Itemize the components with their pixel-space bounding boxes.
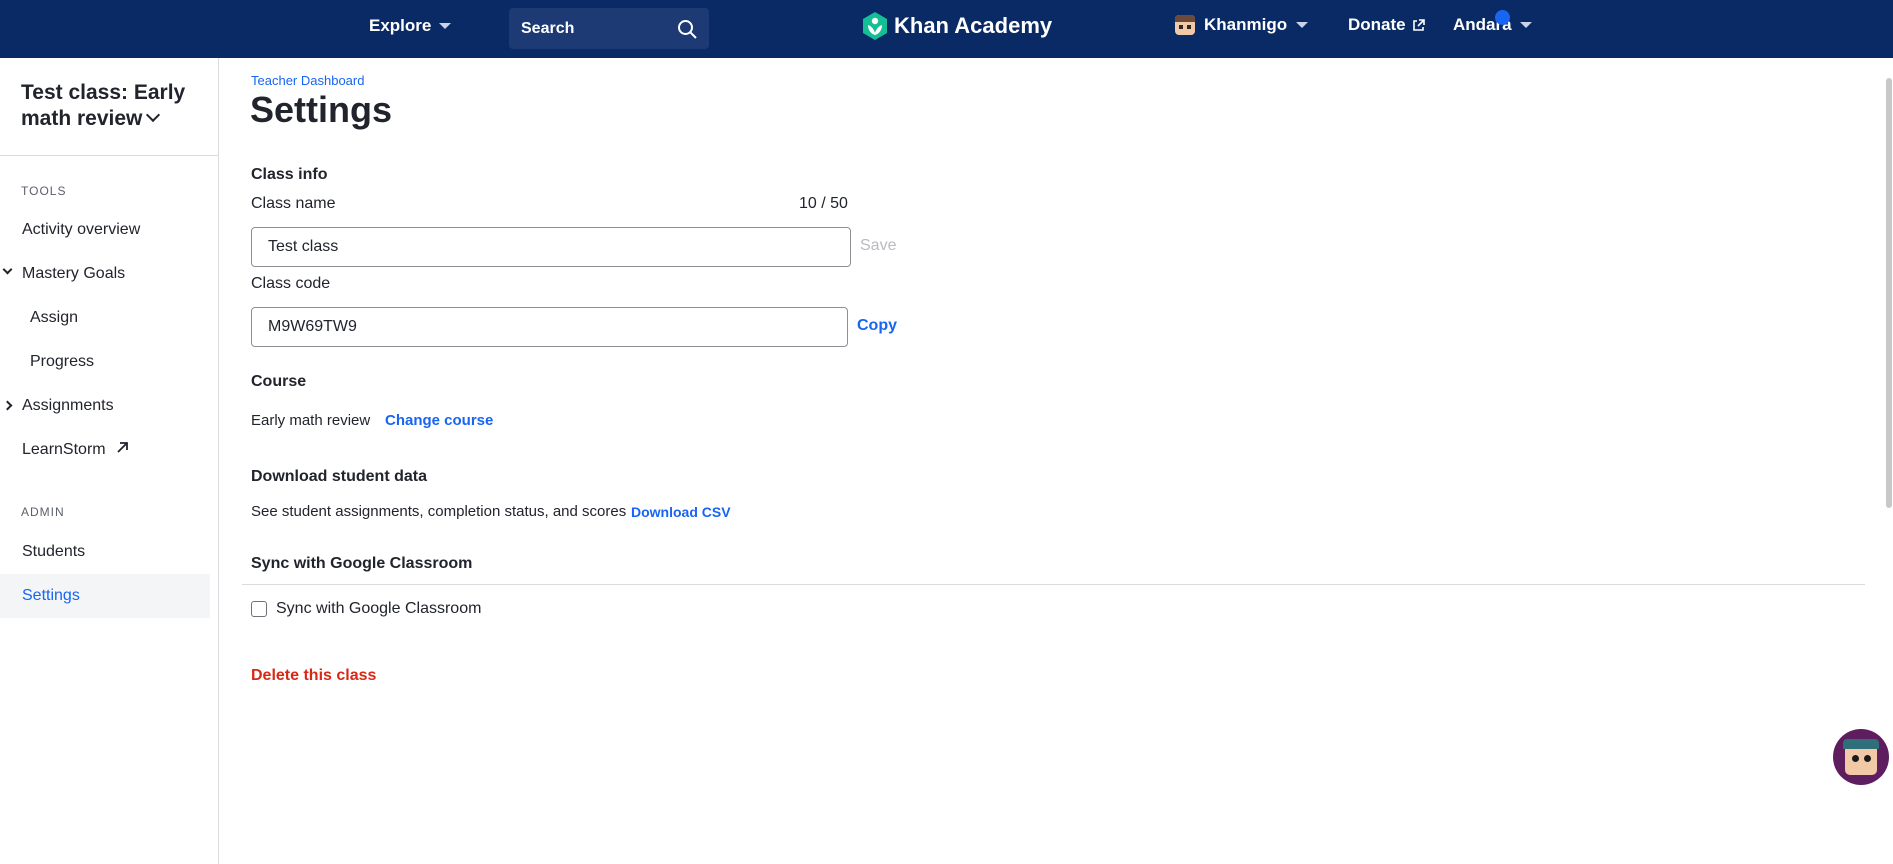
download-description: See student assignments, completion stat… bbox=[251, 503, 627, 520]
chevron-right-icon bbox=[2, 400, 13, 411]
search-input[interactable]: Search bbox=[509, 8, 709, 49]
sidebar: Test class: Early math review TOOLS Acti… bbox=[0, 58, 219, 864]
khanmigo-chat-button[interactable] bbox=[1833, 729, 1889, 785]
delete-class-button[interactable]: Delete this class bbox=[251, 667, 376, 685]
khanmigo-eye bbox=[1852, 755, 1859, 762]
external-link-icon bbox=[1412, 18, 1425, 31]
class-code-label: Class code bbox=[251, 275, 331, 292]
class-name-label: Class name bbox=[251, 195, 336, 212]
explore-menu[interactable]: Explore bbox=[369, 16, 452, 36]
khanmigo-label: Khanmigo bbox=[1204, 15, 1288, 34]
character-counter: 10 / 50 bbox=[799, 195, 848, 212]
tools-heading: TOOLS bbox=[21, 184, 67, 198]
donate-link[interactable]: Donate bbox=[1348, 15, 1425, 35]
divider bbox=[0, 155, 218, 156]
class-name-input[interactable]: Test class bbox=[251, 227, 851, 267]
sidebar-item-assignments[interactable]: Assignments bbox=[0, 384, 210, 428]
change-course-button[interactable]: Change course bbox=[385, 412, 493, 429]
sidebar-item-students[interactable]: Students bbox=[0, 530, 210, 574]
khan-logo-icon bbox=[863, 12, 887, 40]
sidebar-item-label: Assign bbox=[30, 309, 79, 326]
divider bbox=[242, 584, 1865, 585]
khanmigo-menu[interactable]: Khanmigo bbox=[1175, 15, 1309, 35]
class-info-heading: Class info bbox=[251, 166, 328, 183]
sync-heading: Sync with Google Classroom bbox=[251, 555, 473, 572]
khanmigo-eye bbox=[1864, 755, 1871, 762]
checkbox[interactable] bbox=[251, 601, 267, 617]
sidebar-item-label: Progress bbox=[30, 353, 95, 370]
sidebar-item-label: Mastery Goals bbox=[22, 265, 126, 282]
class-switcher[interactable]: Test class: Early math review bbox=[21, 80, 201, 132]
class-name-value: Test class bbox=[268, 238, 339, 255]
sidebar-item-label: Activity overview bbox=[22, 221, 141, 238]
sidebar-item-label: Students bbox=[22, 543, 86, 560]
user-menu[interactable]: Andara bbox=[1453, 10, 1532, 35]
khanmigo-avatar-icon bbox=[1175, 15, 1195, 35]
search-placeholder: Search bbox=[521, 19, 575, 37]
sidebar-item-label: Assignments bbox=[22, 397, 114, 414]
donate-label: Donate bbox=[1348, 15, 1406, 34]
sync-checkbox-label: Sync with Google Classroom bbox=[276, 600, 482, 617]
chevron-down-icon bbox=[1296, 22, 1309, 28]
class-code-value: M9W69TW9 bbox=[268, 318, 357, 335]
khan-academy-logo[interactable]: Khan Academy bbox=[862, 12, 1052, 40]
save-button[interactable]: Save bbox=[860, 237, 896, 255]
class-title: Test class: Early math review bbox=[21, 81, 186, 130]
course-heading: Course bbox=[251, 373, 307, 390]
class-code-field[interactable]: M9W69TW9 bbox=[251, 307, 848, 347]
logo-text: Khan Academy bbox=[894, 13, 1053, 38]
chevron-down-icon bbox=[1519, 22, 1532, 28]
search-icon bbox=[678, 19, 697, 39]
explore-label: Explore bbox=[369, 16, 432, 35]
sidebar-item-label: LearnStorm bbox=[22, 441, 106, 458]
scrollbar[interactable] bbox=[1886, 78, 1892, 508]
sidebar-item-mastery-goals[interactable]: Mastery Goals bbox=[0, 252, 210, 296]
khanmigo-hat bbox=[1843, 739, 1879, 749]
sidebar-item-label-wrap: LearnStorm bbox=[22, 441, 129, 459]
copy-button[interactable]: Copy bbox=[857, 317, 897, 335]
sidebar-item-progress[interactable]: Progress bbox=[0, 340, 210, 384]
download-csv-button[interactable]: Download CSV bbox=[631, 504, 731, 520]
top-nav: Explore Search Khan Academy Khanmigo Don… bbox=[0, 0, 1893, 58]
chevron-down-icon bbox=[2, 264, 13, 275]
sidebar-item-learnstorm[interactable]: LearnStorm bbox=[0, 428, 210, 472]
download-heading: Download student data bbox=[251, 468, 427, 485]
chevron-down-icon bbox=[146, 107, 161, 123]
page-title: Settings bbox=[250, 89, 393, 130]
notification-dot bbox=[1495, 10, 1510, 25]
admin-heading: ADMIN bbox=[21, 505, 65, 519]
chevron-down-icon bbox=[439, 23, 452, 29]
course-value: Early math review bbox=[251, 412, 371, 429]
sidebar-item-label: Settings bbox=[22, 587, 80, 604]
sidebar-item-assign[interactable]: Assign bbox=[0, 296, 210, 340]
breadcrumb[interactable]: Teacher Dashboard bbox=[251, 73, 364, 88]
sidebar-item-activity-overview[interactable]: Activity overview bbox=[0, 208, 210, 252]
arrow-up-right-icon bbox=[117, 442, 128, 453]
sync-google-classroom-checkbox[interactable]: Sync with Google Classroom bbox=[251, 600, 481, 618]
sidebar-item-settings[interactable]: Settings bbox=[0, 574, 210, 618]
